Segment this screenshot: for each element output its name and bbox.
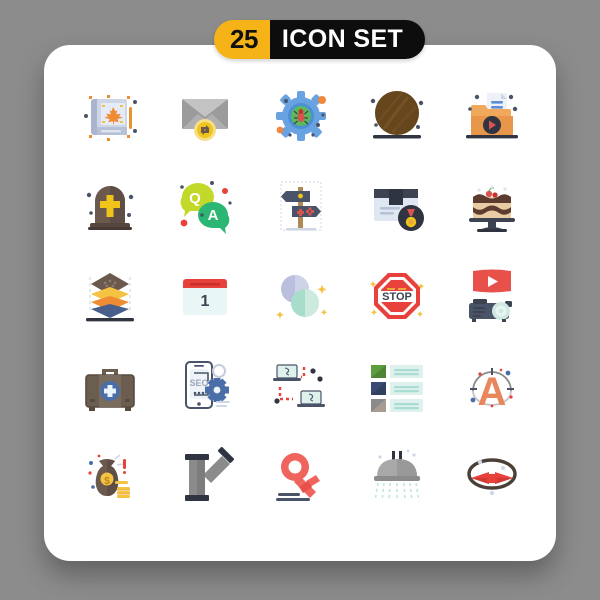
signpost-direction-icon <box>280 181 322 231</box>
badge-count: 25 <box>214 20 270 59</box>
icon-cell-cake-stand[interactable] <box>444 162 540 250</box>
envelope-sync-icon <box>182 99 229 141</box>
icon-cell-signpost-direction[interactable] <box>253 162 349 250</box>
y-pipe-fitting-icon <box>185 446 235 501</box>
icon-cell-tombstone-cross[interactable] <box>62 162 158 250</box>
bow-tie-collar-icon <box>467 458 517 496</box>
money-bag-coins-icon: $ <box>88 454 130 498</box>
list-thumbnails-icon <box>370 365 423 412</box>
icon-cell-letter-a-typography[interactable]: A <box>444 342 540 430</box>
icon-cell-bow-tie-collar[interactable] <box>444 432 540 520</box>
icon-cell-package-medal[interactable] <box>349 162 445 250</box>
badge-label: ICON SET <box>269 20 426 59</box>
svg-text:A: A <box>208 207 219 224</box>
icon-cell-calendar-day-one[interactable]: 1 <box>158 252 254 340</box>
wooden-disc-icon <box>370 91 423 139</box>
first-aid-kit-icon <box>84 369 135 411</box>
package-medal-icon <box>373 189 424 231</box>
book-maple-leaf-icon <box>83 95 137 141</box>
icon-cell-book-maple-leaf[interactable] <box>62 72 158 160</box>
female-gender-symbol-icon <box>275 453 320 501</box>
icon-cell-wooden-disc[interactable] <box>349 72 445 160</box>
svg-text:$: $ <box>104 476 110 487</box>
tombstone-cross-icon <box>86 186 133 230</box>
svg-text:Q: Q <box>190 190 202 207</box>
icon-cell-gear-bug[interactable] <box>253 72 349 160</box>
icon-count-badge: 25 ICON SET <box>214 20 426 59</box>
icon-set-poster: 25 ICON SET Q A 1 STOP SEO A $ <box>0 0 600 600</box>
folder-video-file-icon <box>466 93 519 139</box>
icon-cell-two-pills[interactable] <box>253 252 349 340</box>
shower-head-icon <box>373 449 420 502</box>
cake-stand-icon <box>469 185 516 232</box>
icon-cell-shower-head[interactable] <box>349 432 445 520</box>
icon-cell-y-pipe-fitting[interactable] <box>158 432 254 520</box>
icon-cell-mobile-seo-gear[interactable]: SEO <box>158 342 254 430</box>
icon-cell-money-bag-coins[interactable]: $ <box>62 432 158 520</box>
two-pills-icon <box>276 275 328 319</box>
svg-text:STOP: STOP <box>382 291 412 303</box>
icon-cell-folder-video-file[interactable] <box>444 72 540 160</box>
icon-cell-qa-chat-bubbles[interactable]: Q A <box>158 162 254 250</box>
mobile-seo-gear-icon: SEO <box>185 361 231 409</box>
calendar-day-one-icon: 1 <box>183 279 228 315</box>
stop-sign-icon: STOP <box>369 273 424 319</box>
icon-cell-envelope-sync[interactable] <box>158 72 254 160</box>
svg-text:1: 1 <box>201 293 210 310</box>
icon-cell-female-gender-symbol[interactable] <box>253 432 349 520</box>
icon-cell-stop-sign[interactable]: STOP <box>349 252 445 340</box>
gear-bug-icon <box>275 91 326 141</box>
icon-cell-video-projector[interactable] <box>444 252 540 340</box>
laptop-network-icon <box>272 364 325 407</box>
video-projector-icon <box>469 269 513 322</box>
icon-cell-laptop-network[interactable] <box>253 342 349 430</box>
letter-a-typography-icon: A <box>470 368 515 414</box>
icon-cell-first-aid-kit[interactable] <box>62 342 158 430</box>
icon-cell-list-thumbnails[interactable] <box>349 342 445 430</box>
icon-cell-stacked-layers[interactable] <box>62 252 158 340</box>
icon-grid: Q A 1 STOP SEO A $ <box>62 72 540 520</box>
qa-chat-bubbles-icon: Q A <box>180 181 232 234</box>
stacked-layers-icon <box>85 273 134 322</box>
